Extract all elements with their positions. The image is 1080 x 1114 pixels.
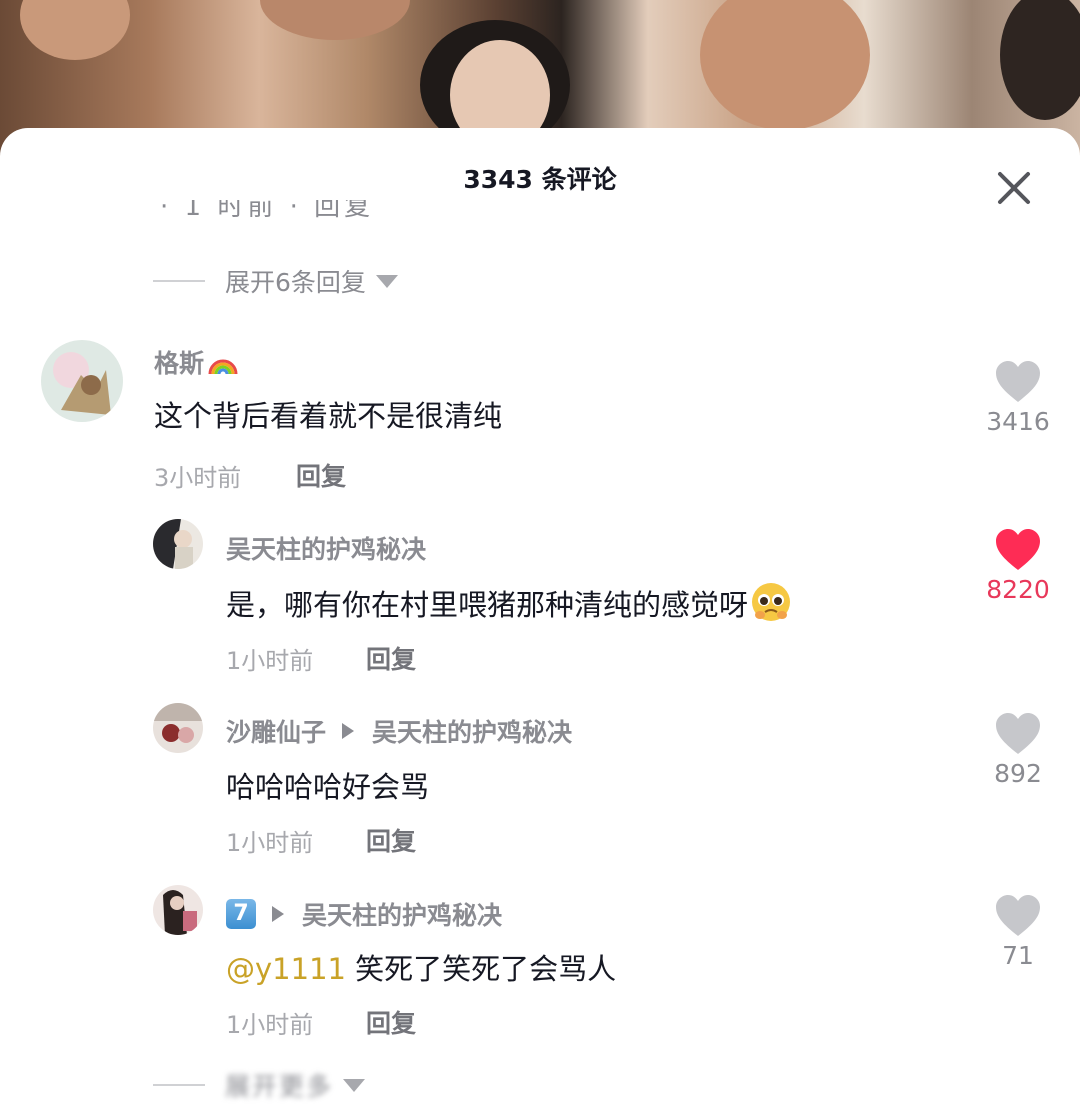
expand-more-label: 展开更多 [225, 1072, 334, 1101]
avatar[interactable] [41, 340, 123, 422]
reply-button[interactable]: 回复 [366, 1004, 416, 1040]
reply-to-username[interactable]: 吴天柱的护鸡秘决 [372, 713, 572, 749]
photo-face [260, 0, 410, 40]
heart-icon [996, 713, 1040, 754]
rainbow-emoji-icon [208, 359, 238, 374]
avatar[interactable] [153, 519, 203, 569]
expand-replies-button[interactable]: 展开6条回复 [153, 264, 398, 298]
close-button[interactable] [992, 166, 1036, 210]
previous-comment-meta: · 1 时前 · 回复 [160, 200, 375, 222]
like-count: 8220 [986, 575, 1050, 604]
like-button[interactable] [994, 894, 1042, 938]
reply-username[interactable]: 沙雕仙子 吴天柱的护鸡秘决 [226, 713, 572, 749]
reply-to-username[interactable]: 吴天柱的护鸡秘决 [302, 896, 502, 932]
reply-text: @y1111 笑死了笑死了会骂人 [226, 952, 617, 986]
close-icon [998, 172, 1030, 204]
reply-username[interactable]: 吴天柱的护鸡秘决 [226, 530, 426, 566]
comment-time: 3小时前 [154, 464, 242, 492]
reply-text: 哈哈哈哈好会骂 [226, 770, 430, 804]
expand-more-button[interactable]: 展开更多 [153, 1068, 366, 1102]
chevron-down-icon [375, 274, 398, 288]
like-button[interactable] [994, 360, 1042, 404]
reply-time: 1小时前 [226, 647, 314, 675]
heart-icon [996, 895, 1040, 936]
reply-time: 1小时前 [226, 1011, 314, 1039]
avatar[interactable] [153, 885, 203, 935]
chevron-down-icon [343, 1078, 366, 1092]
photo-hair [1000, 0, 1080, 120]
reply-username[interactable]: 7 吴天柱的护鸡秘决 [226, 896, 502, 932]
divider-line [153, 1084, 205, 1086]
photo-face [20, 0, 130, 60]
like-count: 71 [1002, 941, 1034, 970]
heart-filled-icon [996, 529, 1040, 570]
pleading-face-emoji-icon [752, 583, 791, 621]
heart-icon [996, 361, 1040, 402]
like-count: 892 [994, 759, 1042, 788]
comment-count-title: 3343 条评论 [463, 165, 617, 194]
expand-replies-label: 展开6条回复 [225, 268, 366, 297]
mention-link[interactable]: @y1111 [226, 952, 346, 986]
reply-button[interactable]: 回复 [366, 822, 416, 858]
like-button[interactable] [994, 712, 1042, 756]
comment-username[interactable]: 格斯 [154, 344, 238, 380]
avatar[interactable] [153, 703, 203, 753]
comment-text: 这个背后看着就不是很清纯 [154, 399, 503, 433]
reply-to-arrow-icon [272, 906, 284, 922]
like-count: 3416 [986, 407, 1050, 436]
reply-button[interactable]: 回复 [366, 640, 416, 676]
reply-time: 1小时前 [226, 829, 314, 857]
like-button[interactable] [994, 528, 1042, 572]
reply-text: 是，哪有你在村里喂猪那种清纯的感觉呀 [226, 581, 792, 624]
keycap-seven-emoji: 7 [226, 899, 256, 929]
reply-to-arrow-icon [342, 723, 355, 739]
reply-button[interactable]: 回复 [296, 457, 346, 493]
photo-face [700, 0, 870, 130]
divider-line [153, 280, 205, 282]
